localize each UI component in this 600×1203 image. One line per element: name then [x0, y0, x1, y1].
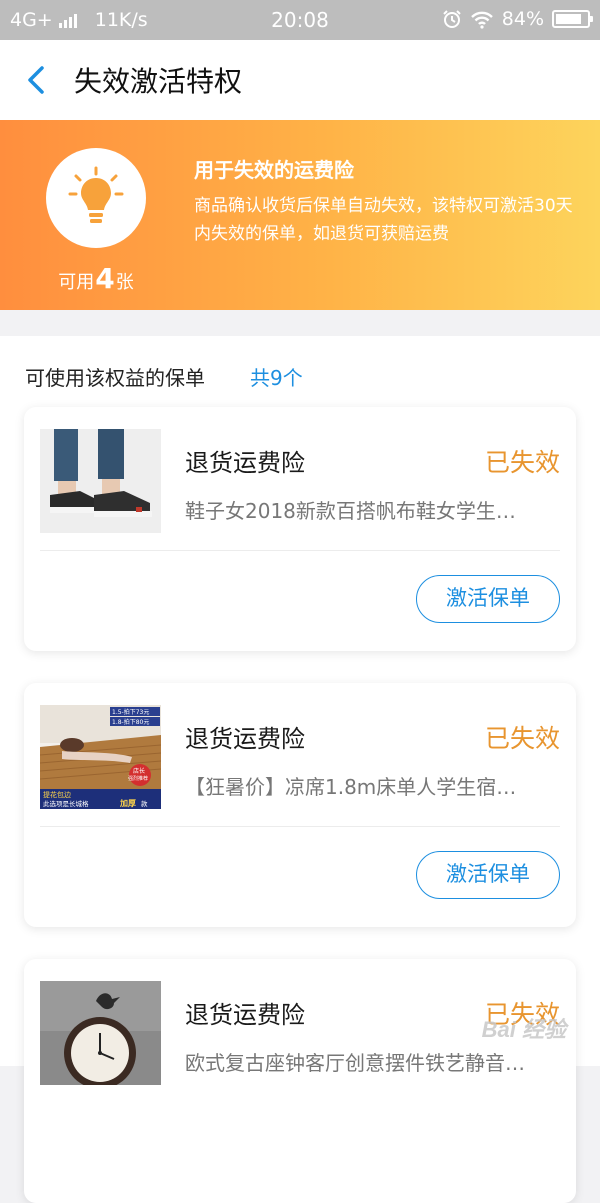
baidu-watermark: Bai 经验	[481, 1017, 566, 1042]
policy-card[interactable]: 1.5-拍下73元 1.8-拍下80元 店长 强烈推荐 提花包边 此选项是长城格…	[24, 683, 576, 927]
page-title: 失效激活特权	[74, 65, 243, 98]
card-divider	[40, 550, 560, 551]
nav-bar: 失效激活特权	[0, 40, 600, 120]
available-suffix: 张	[115, 272, 134, 293]
status-badge: 已失效	[484, 724, 560, 753]
lightbulb-badge	[46, 148, 146, 248]
mat-caption-bottom: 此选项是长城格	[43, 799, 89, 808]
banner-title: 用于失效的运费险	[194, 158, 354, 182]
status-badge: 已失效	[484, 448, 560, 477]
product-name: 鞋子女2018新款百搭帆布鞋女学生…	[185, 499, 516, 523]
lightbulb-icon	[68, 166, 124, 223]
mat-price-tag-2: 1.8-拍下80元	[112, 718, 149, 726]
section-heading: 可使用该权益的保单	[25, 366, 205, 390]
mat-price-tag-1: 1.5-拍下73元	[112, 708, 149, 716]
sneakers-image	[40, 429, 161, 533]
status-right: 84%	[442, 8, 593, 30]
card-divider	[40, 826, 560, 827]
product-name: 欧式复古座钟客厅创意摆件铁艺静音…	[185, 1051, 525, 1075]
activate-policy-button[interactable]: 激活保单	[416, 575, 560, 623]
activate-policy-button[interactable]: 激活保单	[416, 851, 560, 899]
banner-description: 商品确认收货后保单自动失效，该特权可激活30天内失效的保单，如退货可获赔运费	[194, 196, 573, 244]
card-title: 退货运费险	[185, 1001, 305, 1029]
mat-caption-top: 提花包边	[43, 790, 71, 799]
mat-badge-top: 店长	[133, 767, 145, 775]
mat-caption-tail: 款	[141, 799, 148, 808]
mat-image: 1.5-拍下73元 1.8-拍下80元 店长 强烈推荐 提花包边 此选项是长城格…	[40, 705, 161, 809]
chevron-left-icon[interactable]	[22, 62, 52, 98]
clock-image	[40, 981, 161, 1085]
policy-count-link[interactable]: 共9个	[250, 362, 303, 391]
wifi-icon	[470, 11, 493, 29]
policy-card[interactable]: 退货运费险 已失效 欧式复古座钟客厅创意摆件铁艺静音…	[24, 959, 576, 1203]
available-number: 4	[95, 262, 115, 295]
privilege-banner: 可用4张 用于失效的运费险 商品确认收货后保单自动失效，该特权可激活30天内失效…	[0, 120, 600, 310]
battery-fill	[556, 14, 581, 24]
alarm-icon	[443, 10, 461, 28]
battery-percent: 84%	[501, 8, 544, 30]
card-title: 退货运费险	[185, 449, 305, 477]
available-count: 可用4张	[46, 262, 146, 295]
policy-card[interactable]: 退货运费险 已失效 鞋子女2018新款百搭帆布鞋女学生… 激活保单	[24, 407, 576, 651]
product-name: 【狂暑价】凉席1.8m床单人学生宿…	[185, 775, 517, 799]
mat-badge-bottom: 强烈推荐	[128, 775, 148, 782]
available-prefix: 可用	[58, 272, 95, 293]
mat-caption-highlight: 加厚	[119, 798, 136, 808]
status-bar: 4G+ 11K/s 20:08 84%	[0, 0, 600, 40]
card-title: 退货运费险	[185, 725, 305, 753]
battery-icon	[552, 10, 593, 28]
